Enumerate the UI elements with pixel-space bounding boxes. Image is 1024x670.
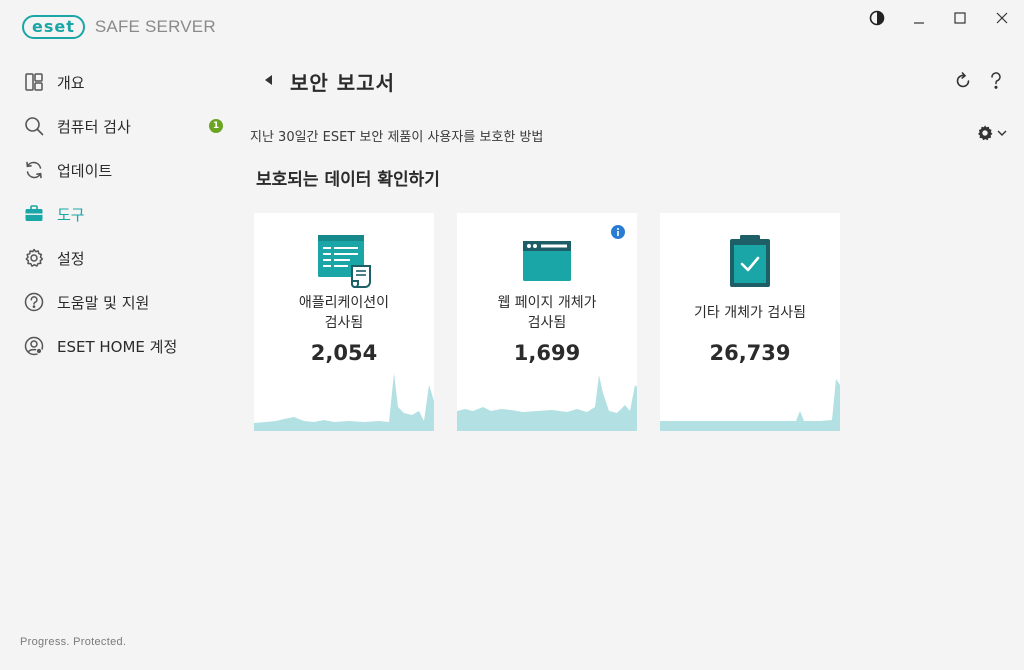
sidebar-item-computer-scan[interactable]: 컴퓨터 검사 1 [0, 104, 240, 148]
back-arrow-icon [265, 75, 272, 85]
sidebar-item-tools[interactable]: 도구 [0, 192, 240, 236]
card-web-pages-scanned[interactable]: 웹 페이지 개체가 검사됨 1,699 [457, 213, 637, 431]
help-icon [24, 292, 44, 312]
sidebar-item-label: 개요 [57, 73, 85, 92]
card-value: 26,739 [709, 341, 791, 365]
main-content: 보안 보고서 지난 30일간 ESET 보안 제품이 사용자를 보호한 방법 보… [240, 0, 1024, 670]
eset-logo: eset SAFE SERVER [22, 14, 216, 40]
sparkline-chart [254, 373, 434, 431]
help-button[interactable] [985, 70, 1007, 92]
sparkline-chart [457, 375, 637, 431]
clipboard-check-icon [660, 233, 840, 289]
application-scan-icon [254, 233, 434, 289]
card-label: 검사됨 [527, 315, 567, 331]
page-title: 보안 보고서 [290, 71, 395, 95]
sidebar-item-label: 업데이트 [57, 161, 113, 180]
sidebar-item-settings[interactable]: 설정 [0, 236, 240, 280]
sidebar-item-label: ESET HOME 계정 [57, 337, 178, 356]
update-icon [24, 160, 44, 180]
card-applications-scanned[interactable]: 애플리케이션이 검사됨 2,054 [254, 213, 434, 431]
sidebar-item-overview[interactable]: 개요 [0, 60, 240, 104]
sidebar-item-label: 컴퓨터 검사 [57, 117, 131, 136]
sidebar-item-label: 도움말 및 지원 [57, 293, 150, 312]
card-label: 웹 페이지 개체가 [497, 295, 597, 311]
refresh-button[interactable] [952, 70, 974, 92]
card-label: 기타 개체가 검사됨 [694, 305, 806, 321]
sidebar: 개요 컴퓨터 검사 1 업데이트 도구 설정 도움말 및 지원 ESET HOM… [0, 60, 240, 368]
back-button[interactable] [262, 72, 276, 88]
settings-icon [24, 248, 44, 268]
account-icon [24, 336, 44, 356]
info-icon[interactable] [611, 225, 625, 239]
card-label: 검사됨 [324, 315, 364, 331]
overview-icon [24, 72, 44, 92]
report-subtitle: 지난 30일간 ESET 보안 제품이 사용자를 보호한 방법 [250, 130, 544, 145]
eset-logo-badge: eset [22, 15, 85, 39]
tools-icon [24, 204, 44, 224]
sparkline-chart [660, 379, 840, 431]
gear-icon [978, 125, 993, 141]
question-mark-icon [991, 72, 1001, 89]
card-other-objects-scanned[interactable]: 기타 개체가 검사됨 26,739 [660, 213, 840, 431]
product-name: SAFE SERVER [94, 17, 216, 36]
sidebar-item-eset-home-account[interactable]: ESET HOME 계정 [0, 324, 240, 368]
notification-badge: 1 [209, 119, 223, 133]
report-settings-dropdown[interactable] [976, 123, 1010, 143]
web-page-icon [457, 233, 637, 289]
card-value: 2,054 [310, 341, 378, 365]
section-title: 보호되는 데이터 확인하기 [256, 170, 440, 190]
sidebar-item-help[interactable]: 도움말 및 지원 [0, 280, 240, 324]
sidebar-item-label: 도구 [57, 205, 85, 224]
card-value: 1,699 [513, 341, 581, 365]
tagline: Progress. Protected. [20, 636, 127, 648]
scan-icon [24, 116, 44, 136]
card-label: 애플리케이션이 [298, 295, 390, 311]
sidebar-item-update[interactable]: 업데이트 [0, 148, 240, 192]
chevron-down-icon [997, 130, 1007, 136]
refresh-icon [956, 72, 970, 88]
sidebar-item-label: 설정 [57, 249, 85, 268]
